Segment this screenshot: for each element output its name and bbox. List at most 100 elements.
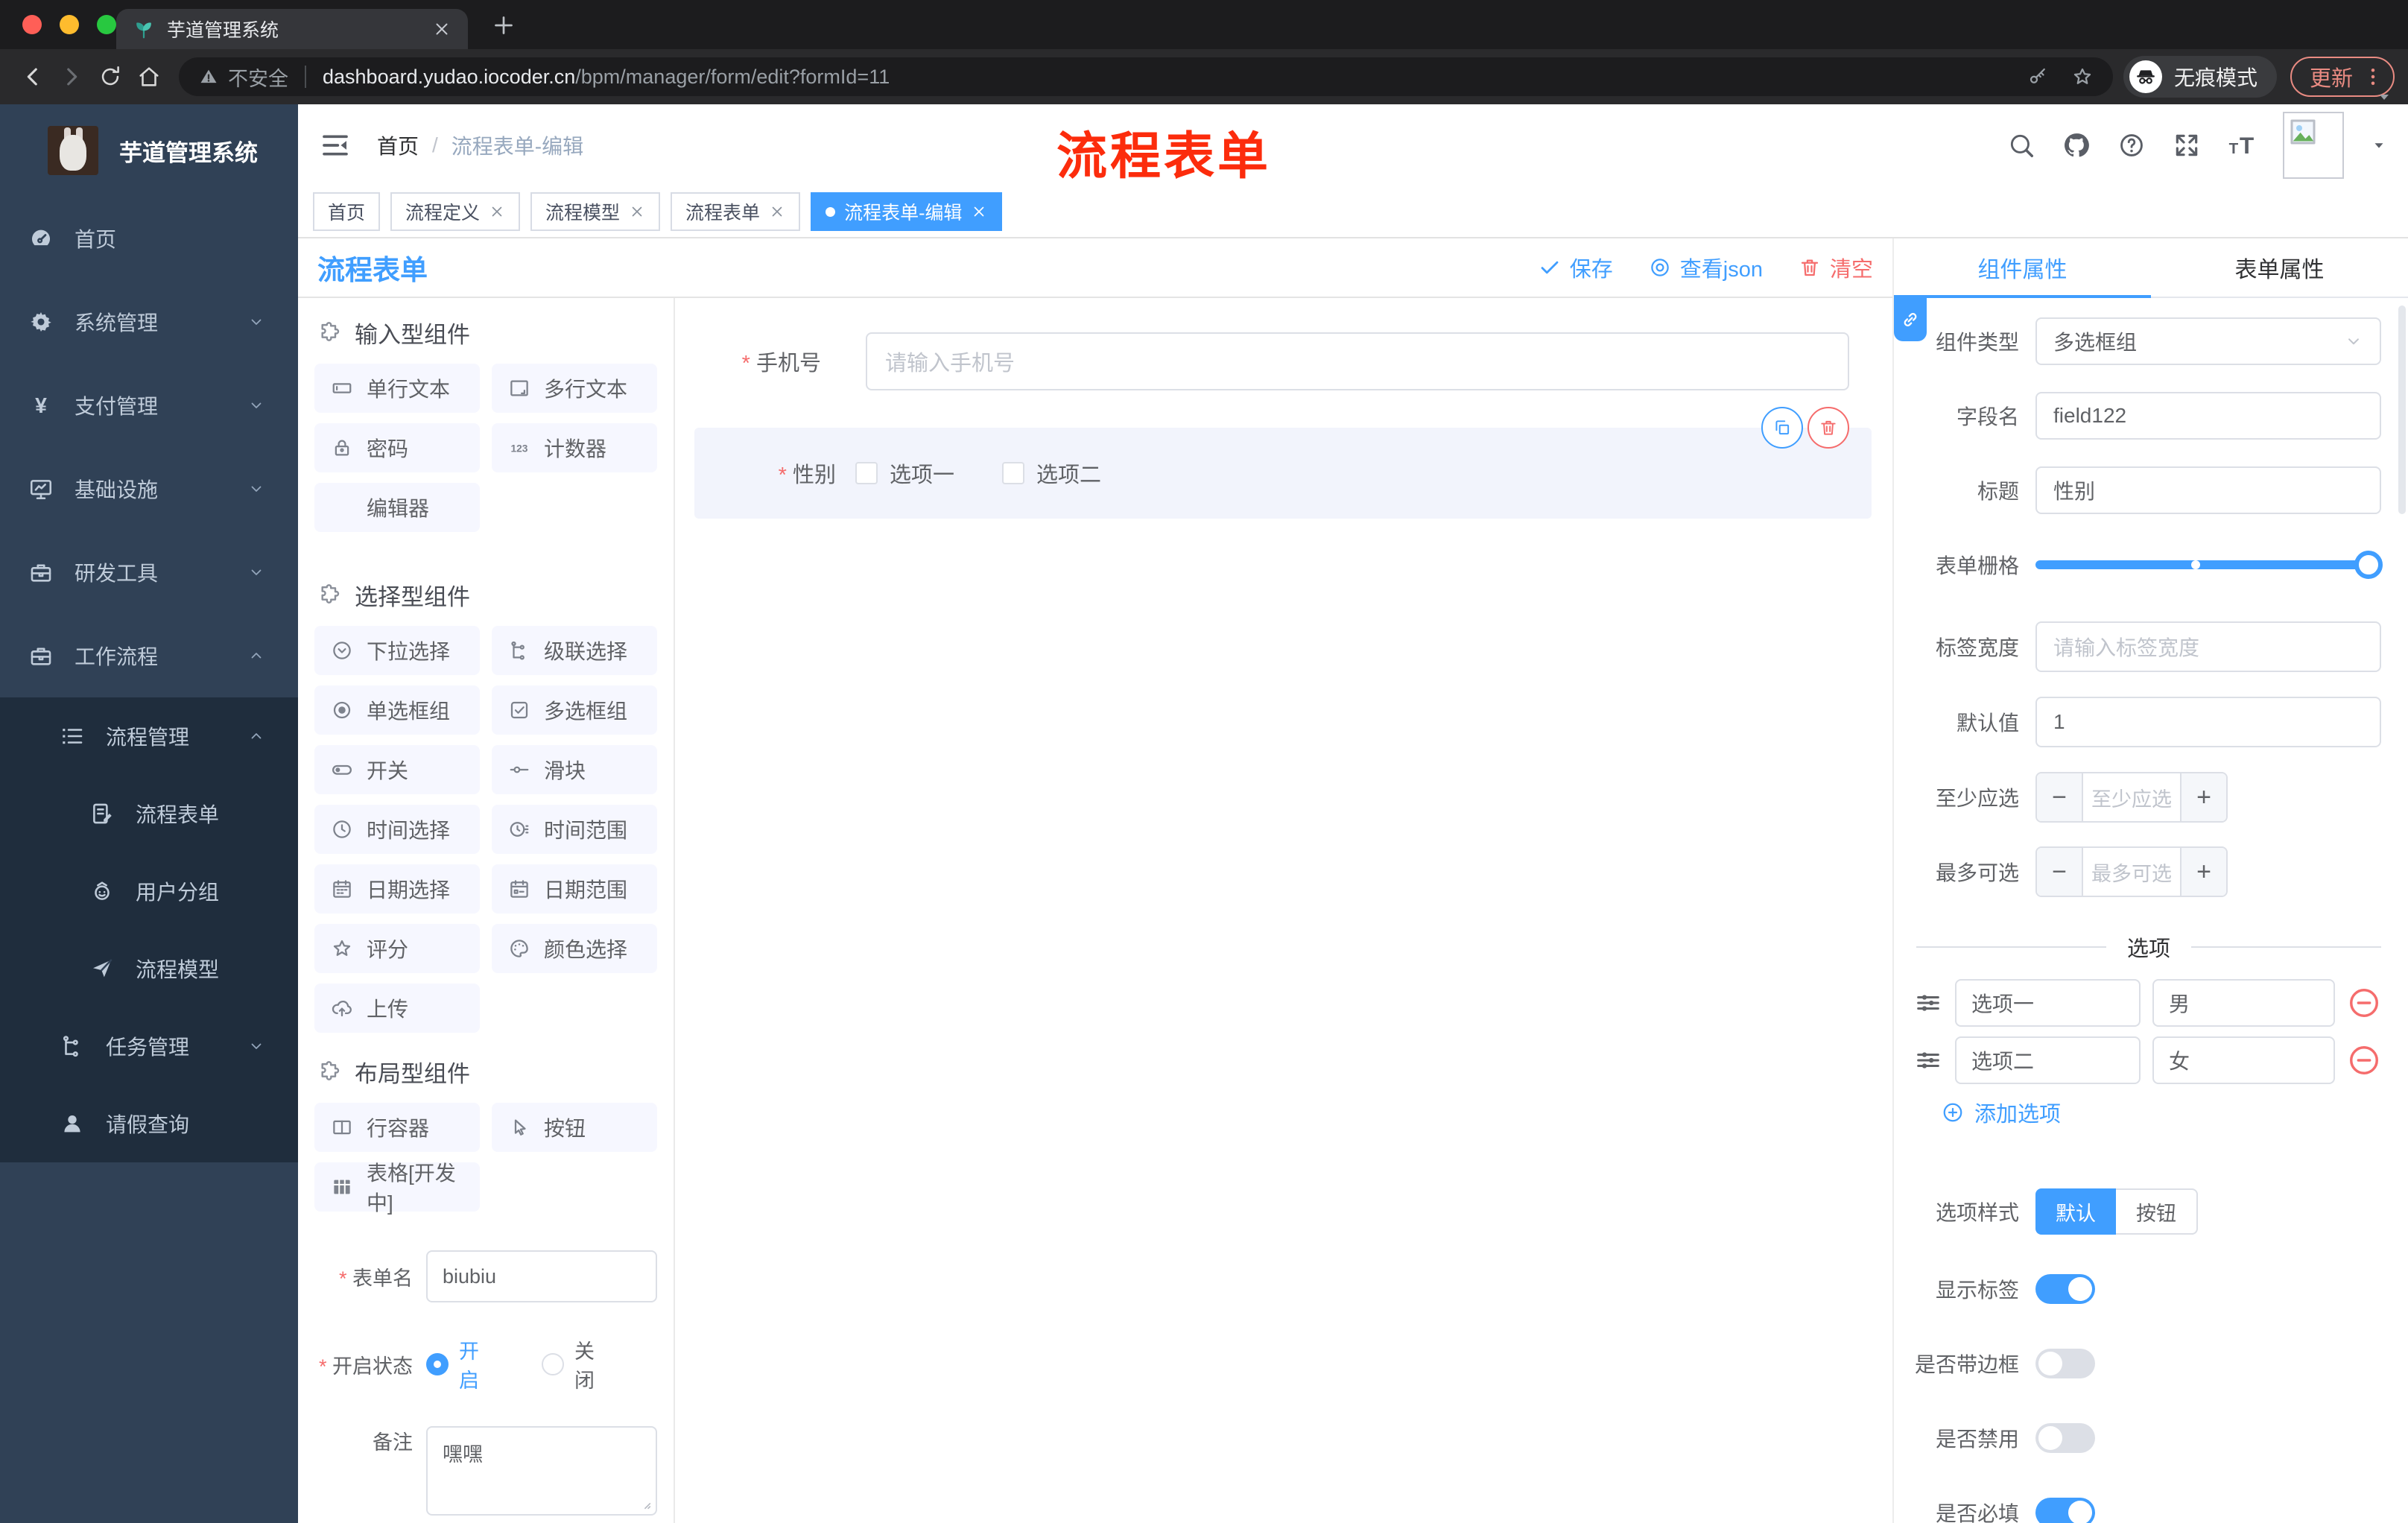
stepper-plus-button[interactable]: + [2180, 773, 2226, 821]
sidebar-item-4[interactable]: 研发工具 [0, 531, 298, 614]
add-option-button[interactable]: 添加选项 [1942, 1099, 2408, 1127]
sidebar-item-5[interactable]: 工作流程 [0, 614, 298, 697]
drag-handle-icon[interactable] [1913, 988, 1943, 1018]
sidebar-item-2[interactable]: ¥ 支付管理 [0, 364, 298, 447]
option-label-input[interactable]: 选项一 [1955, 979, 2141, 1027]
browser-tab[interactable]: 芋道管理系统 [116, 9, 468, 49]
sidebar-item-8[interactable]: 用户分组 [0, 852, 298, 930]
remove-option-button[interactable] [2347, 986, 2381, 1020]
component-chip[interactable]: 多选框组 [492, 685, 657, 735]
component-chip[interactable]: 123 计数器 [492, 423, 657, 472]
grid-slider[interactable] [2035, 541, 2383, 589]
component-chip[interactable]: 按钮 [492, 1103, 657, 1152]
copy-widget-button[interactable] [1761, 407, 1803, 449]
label-width-input[interactable]: 请输入标签宽度 [2035, 621, 2381, 672]
tag-chip-3[interactable]: 流程表单 [671, 192, 801, 231]
sidebar-item-9[interactable]: 流程模型 [0, 930, 298, 1007]
view-json-button[interactable]: 查看json [1649, 252, 1763, 283]
component-type-select[interactable]: 多选框组 [2035, 317, 2381, 365]
component-chip[interactable]: 密码 [314, 423, 480, 472]
component-chip[interactable]: 日期选择 [314, 864, 480, 914]
avatar[interactable] [2283, 112, 2344, 179]
clear-button[interactable]: 清空 [1799, 252, 1873, 283]
stepper-minus-button[interactable]: − [2037, 848, 2083, 896]
hamburger-icon[interactable] [320, 130, 350, 160]
fullscreen-icon[interactable] [2173, 131, 2201, 159]
component-chip[interactable]: 颜色选择 [492, 924, 657, 973]
toolbar-caret-icon[interactable] [2375, 88, 2393, 106]
sidebar-item-0[interactable]: 首页 [0, 197, 298, 280]
option-label-input[interactable]: 选项二 [1955, 1036, 2141, 1084]
tag-close-icon[interactable] [629, 203, 645, 220]
tag-close-icon[interactable] [971, 203, 987, 220]
scrollbar-thumb[interactable] [2398, 305, 2406, 514]
toggle-switch[interactable] [2035, 1423, 2095, 1453]
tag-chip-2[interactable]: 流程模型 [530, 192, 661, 231]
component-chip[interactable]: 编辑器 [314, 483, 480, 532]
component-chip[interactable]: 评分 [314, 924, 480, 973]
security-warning-icon[interactable] [198, 66, 219, 87]
checkbox-icon[interactable] [855, 462, 878, 484]
tab-form-props[interactable]: 表单属性 [2151, 238, 2408, 297]
security-label[interactable]: 不安全 [228, 63, 288, 92]
stepper-minus-button[interactable]: − [2037, 773, 2083, 821]
component-chip[interactable]: 下拉选择 [314, 626, 480, 675]
toggle-switch[interactable] [2035, 1274, 2095, 1304]
min-select-input[interactable]: 至少应选 [2083, 773, 2180, 821]
form-name-input[interactable]: biubiu [426, 1250, 657, 1302]
style-button-button[interactable]: 按钮 [2116, 1188, 2198, 1235]
max-select-input[interactable]: 最多可选 [2083, 848, 2180, 896]
sidebar-item-10[interactable]: 任务管理 [0, 1007, 298, 1085]
reload-button[interactable] [91, 57, 130, 96]
new-tab-button[interactable] [490, 12, 517, 39]
remove-option-button[interactable] [2347, 1043, 2381, 1077]
option-value-input[interactable]: 女 [2152, 1036, 2335, 1084]
search-icon[interactable] [2007, 131, 2035, 159]
sidebar-item-7[interactable]: 流程表单 [0, 775, 298, 852]
github-icon[interactable] [2062, 131, 2091, 159]
save-button[interactable]: 保存 [1539, 252, 1613, 283]
delete-widget-button[interactable] [1807, 407, 1849, 449]
style-default-button[interactable]: 默认 [2035, 1188, 2116, 1235]
component-chip[interactable]: 时间选择 [314, 805, 480, 854]
browser-menu-icon[interactable] [2362, 66, 2384, 88]
phone-input[interactable]: 请输入手机号 [866, 332, 1849, 390]
sidebar-logo[interactable]: 芋道管理系统 [0, 104, 298, 197]
help-icon[interactable] [2117, 131, 2146, 159]
tag-chip-1[interactable]: 流程定义 [390, 192, 521, 231]
default-value-input[interactable]: 1 [2035, 697, 2381, 747]
tag-chip-4[interactable]: 流程表单-编辑 [811, 192, 1003, 231]
selected-widget-gender[interactable]: 性别 选项一 选项二 [694, 407, 1872, 519]
field-name-input[interactable]: field122 [2035, 392, 2381, 440]
close-window-button[interactable] [22, 15, 42, 34]
sidebar-item-11[interactable]: 请假查询 [0, 1085, 298, 1162]
option-value-input[interactable]: 男 [2152, 979, 2335, 1027]
component-chip[interactable]: 日期范围 [492, 864, 657, 914]
tag-close-icon[interactable] [489, 203, 505, 220]
forward-button[interactable] [52, 57, 91, 96]
password-key-icon[interactable] [2027, 66, 2049, 88]
sidebar-item-6[interactable]: 流程管理 [0, 697, 298, 775]
component-chip[interactable]: 开关 [314, 745, 480, 794]
tab-close-icon[interactable] [432, 19, 452, 39]
drag-handle-icon[interactable] [1913, 1045, 1943, 1075]
back-button[interactable] [13, 57, 52, 96]
avatar-caret-icon[interactable] [2371, 137, 2387, 153]
component-chip[interactable]: 单行文本 [314, 364, 480, 413]
resize-handle-icon[interactable] [636, 1495, 653, 1511]
sidebar-item-1[interactable]: 系统管理 [0, 280, 298, 364]
component-chip[interactable]: 单选框组 [314, 685, 480, 735]
zoom-window-button[interactable] [97, 15, 116, 34]
tag-chip-0[interactable]: 首页 [313, 192, 381, 231]
checkbox-icon[interactable] [1002, 462, 1025, 484]
status-radio-open[interactable]: 开启 [426, 1335, 492, 1393]
link-handle[interactable] [1894, 298, 1927, 341]
minimize-window-button[interactable] [60, 15, 79, 34]
title-input[interactable]: 性别 [2035, 466, 2381, 514]
font-size-icon[interactable]: TT [2228, 131, 2256, 159]
component-chip[interactable]: 行容器 [314, 1103, 480, 1152]
remark-textarea[interactable]: 嘿嘿 [426, 1426, 657, 1516]
slider-track[interactable] [2035, 551, 2383, 579]
component-chip[interactable]: 滑块 [492, 745, 657, 794]
breadcrumb-home[interactable]: 首页 [377, 130, 419, 160]
